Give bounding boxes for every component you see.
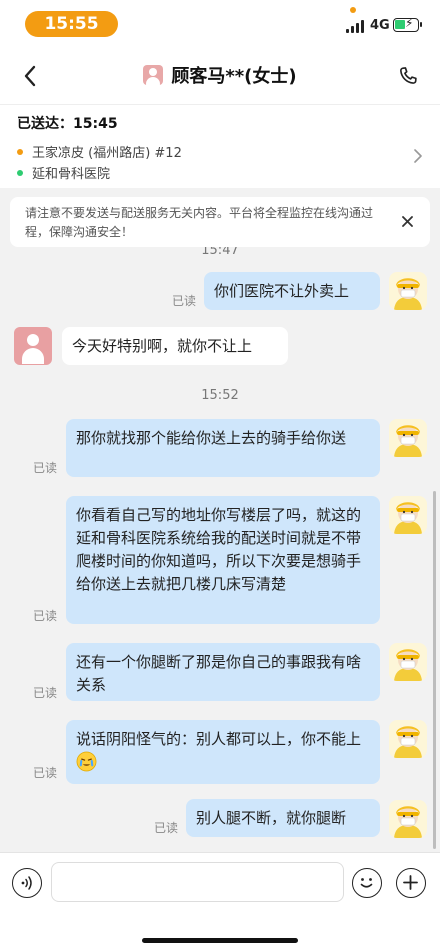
read-status: 已读	[33, 609, 58, 623]
rider-avatar-icon	[389, 643, 427, 681]
timestamp: 15:52	[201, 388, 239, 403]
smiley-icon	[360, 878, 373, 888]
chat-title: 顾客马**(女士)	[0, 62, 440, 88]
message-input[interactable]	[51, 862, 344, 902]
notice-close-button[interactable]	[398, 212, 416, 230]
my-avatar	[389, 496, 427, 534]
message-bubble[interactable]: 还有一个你腿断了那是你自己的事跟我有啥关系	[66, 643, 380, 701]
crying-emoji-icon	[76, 751, 97, 779]
home-indicator[interactable]	[142, 938, 298, 943]
chat-scrollbar[interactable]	[433, 491, 436, 849]
my-avatar	[389, 720, 427, 758]
destination-name: 延和骨科医院	[32, 167, 111, 182]
message-bubble[interactable]: 那你就找那个能给你送上去的骑手给你送	[66, 419, 380, 477]
rider-avatar-icon	[389, 272, 427, 310]
destination-dot-icon	[17, 169, 23, 176]
read-status: 已读	[33, 766, 58, 780]
more-button[interactable]	[396, 868, 426, 898]
customer-avatar-icon	[143, 65, 164, 85]
read-status: 已读	[172, 294, 197, 308]
notice-text: 请注意不要发送与配送服务无关内容。平台将全程监控在线沟通过程，保障沟通安全！	[25, 206, 374, 239]
my-avatar	[389, 800, 427, 838]
rider-avatar-icon	[389, 800, 427, 838]
plus-icon	[403, 875, 418, 890]
customer-avatar	[14, 327, 52, 365]
message-bubble[interactable]: 你看看自己写的地址你写楼层了吗，就这的延和骨科医院系统给我的配送时间就是不带爬楼…	[66, 496, 380, 624]
store-row: 王家凉皮 (福州路店) #12	[17, 142, 182, 161]
signal-icon	[346, 20, 364, 33]
store-dot-icon	[17, 148, 23, 155]
voice-wave-icon	[21, 876, 32, 890]
status-time: 15:55	[25, 11, 118, 37]
call-button[interactable]	[392, 60, 424, 92]
chat-header: 顾客马**(女士)	[0, 48, 440, 104]
rider-avatar-icon	[389, 419, 427, 457]
network-type: 4G	[370, 18, 390, 33]
message-bubble[interactable]: 今天好特别啊，就你不让上	[62, 327, 288, 365]
my-avatar	[389, 272, 427, 310]
message-bubble[interactable]: 你们医院不让外卖上	[204, 272, 380, 310]
privacy-indicator-dot	[350, 7, 356, 13]
status-bar: 15:55 4G ⚡	[0, 0, 440, 48]
read-status: 已读	[33, 461, 58, 475]
customer-name: 顾客马**(女士)	[171, 66, 297, 87]
my-avatar	[389, 643, 427, 681]
safety-notice: 请注意不要发送与配送服务无关内容。平台将全程监控在线沟通过程，保障沟通安全！	[10, 197, 430, 247]
message-bubble[interactable]: 别人腿不断，就你腿断	[186, 799, 380, 837]
input-bar	[0, 852, 440, 952]
order-info-card[interactable]: 已送达：15:45 王家凉皮 (福州路店) #12 延和骨科医院	[0, 104, 440, 188]
close-icon	[401, 215, 413, 227]
read-status: 已读	[33, 686, 58, 700]
read-status: 已读	[154, 821, 179, 835]
rider-avatar-icon	[389, 496, 427, 534]
rider-avatar-icon	[389, 720, 427, 758]
my-avatar	[389, 419, 427, 457]
emoji-button[interactable]	[352, 868, 382, 898]
destination-row: 延和骨科医院	[17, 163, 110, 182]
delivered-time: 已送达：15:45	[17, 116, 118, 132]
battery-icon: ⚡	[393, 16, 422, 32]
message-bubble[interactable]: 说话阴阳怪气的：别人都可以上，你不能上	[66, 720, 380, 784]
chevron-right-icon	[414, 149, 422, 163]
message-text: 说话阴阳怪气的：别人都可以上，你不能上	[76, 730, 362, 748]
phone-icon	[400, 67, 417, 84]
store-name: 王家凉皮 (福州路店) #12	[32, 146, 182, 161]
voice-button[interactable]	[12, 868, 42, 898]
